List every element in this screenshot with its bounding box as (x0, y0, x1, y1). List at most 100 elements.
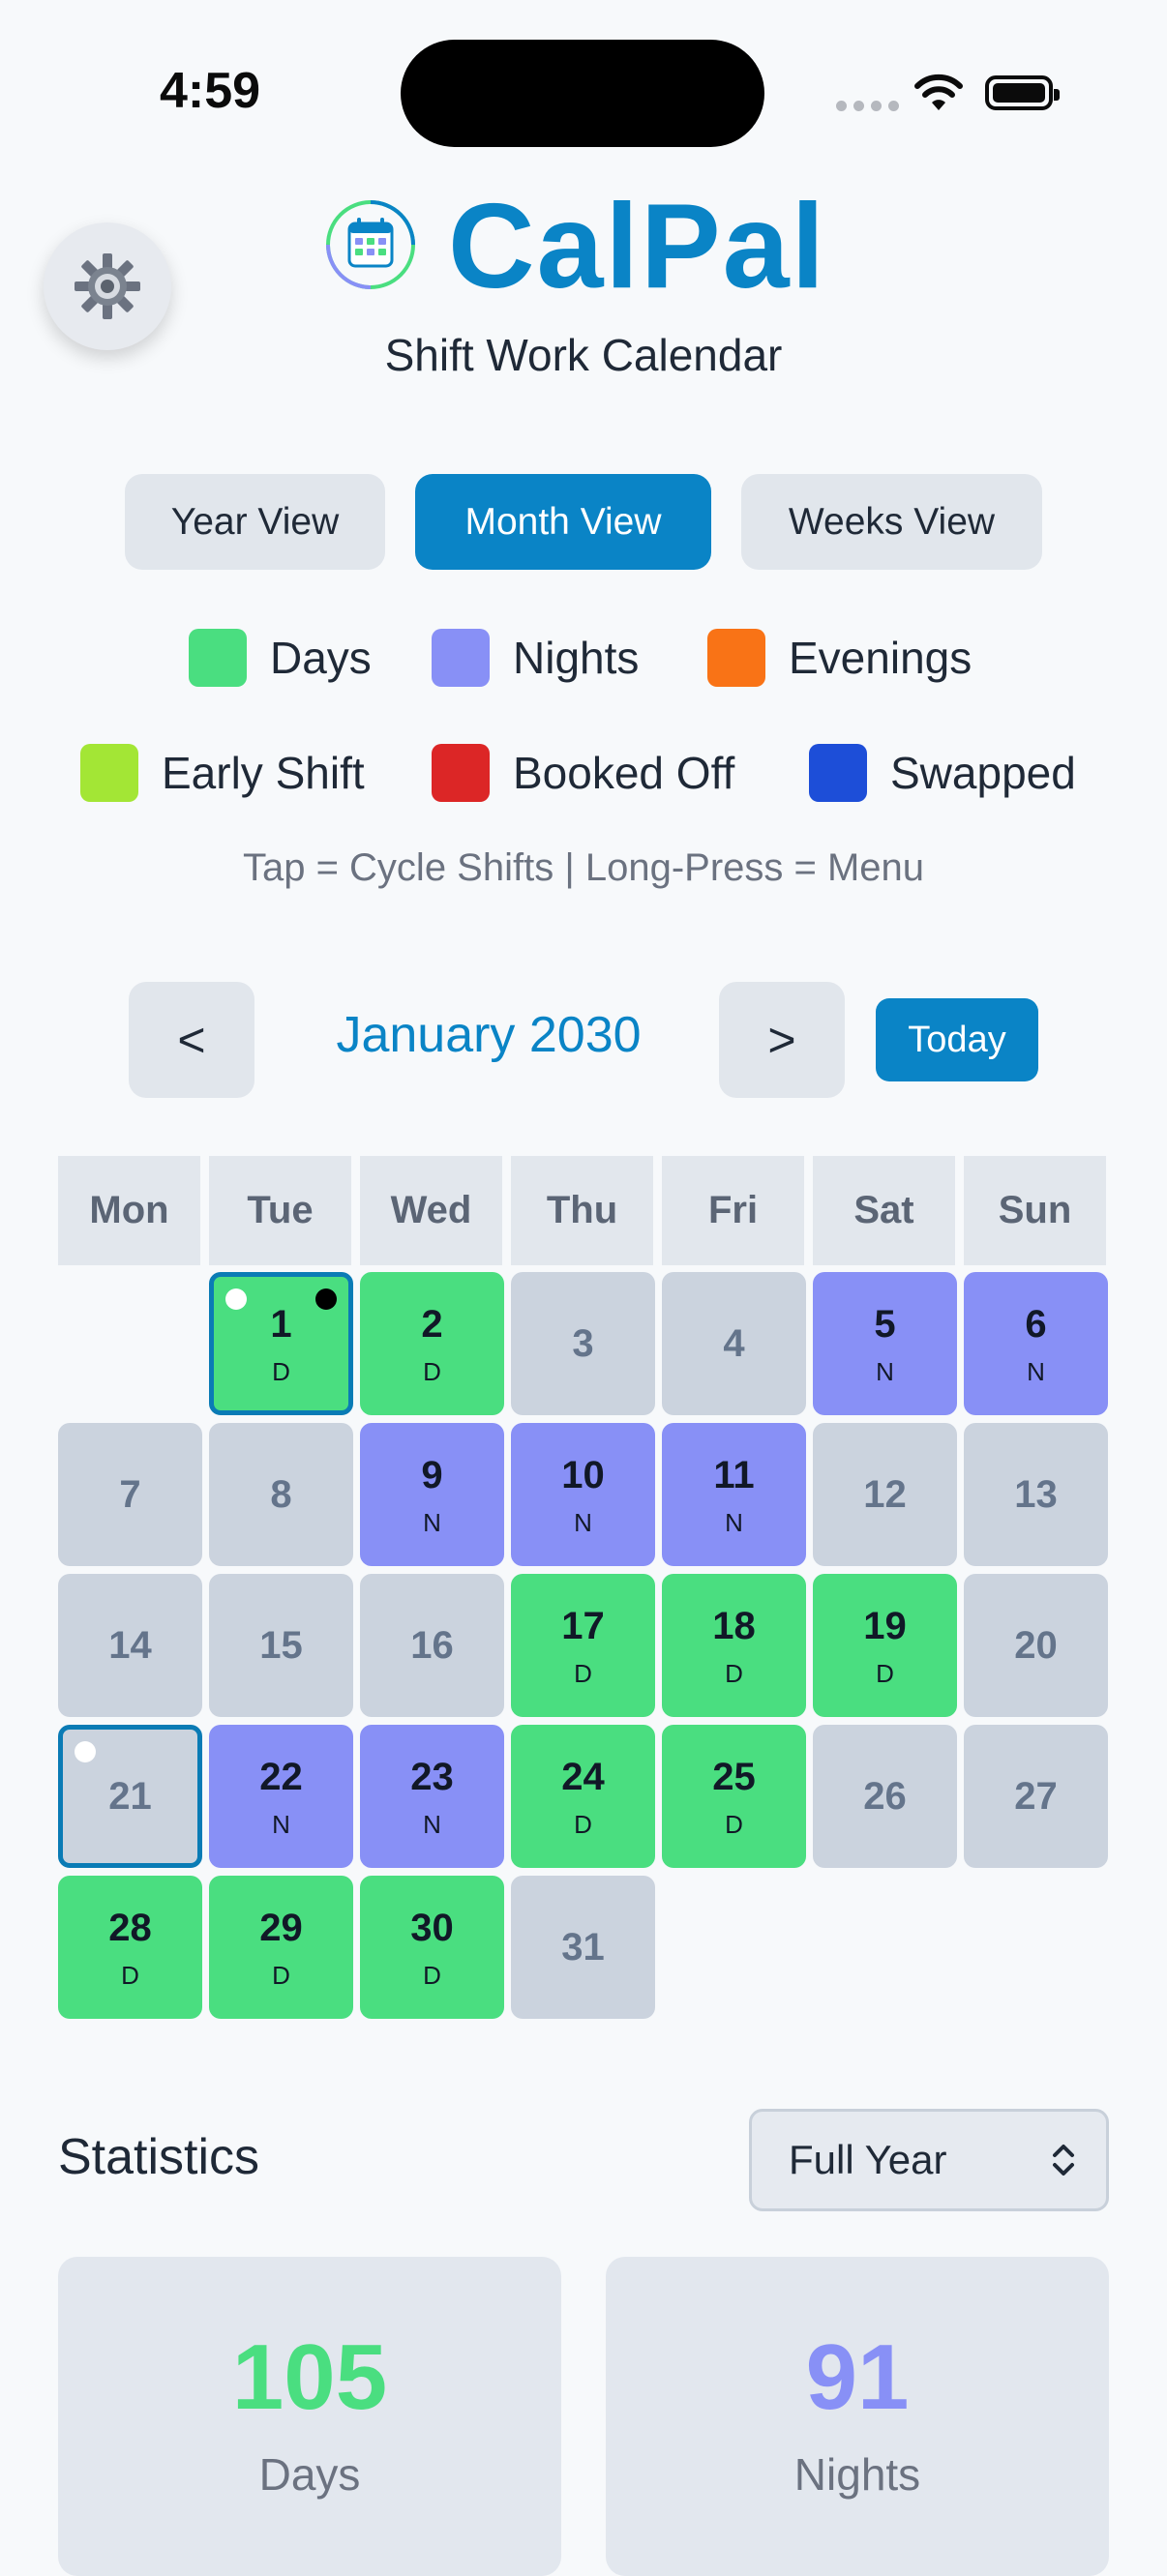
weekday-header: Thu (511, 1156, 653, 1265)
day-cell[interactable]: 3 (511, 1272, 655, 1415)
day-number: 20 (1014, 1624, 1058, 1667)
legend-item-nights: Nights (432, 629, 639, 687)
stat-label: Nights (793, 2449, 921, 2500)
prev-month-button[interactable]: < (129, 982, 254, 1098)
legend-label: Evenings (789, 633, 972, 683)
day-cell[interactable]: 12 (813, 1423, 957, 1566)
day-number: 5 (874, 1303, 896, 1346)
shift-code: D (423, 1357, 441, 1386)
day-number: 31 (561, 1926, 605, 1969)
day-cell[interactable]: 16 (360, 1574, 504, 1717)
day-cell[interactable]: 28 D (58, 1876, 202, 2019)
day-cell[interactable]: 5N (813, 1272, 957, 1415)
day-number: 3 (572, 1322, 594, 1365)
day-cell[interactable]: 20 (964, 1574, 1108, 1717)
legend-item-early-shift: Early Shift (80, 744, 365, 802)
gear-icon (75, 253, 140, 319)
day-cell[interactable]: 17 D (511, 1574, 655, 1717)
app-subtitle: Shift Work Calendar (384, 330, 783, 380)
shift-code: D (725, 1659, 743, 1688)
day-number: 2 (421, 1303, 443, 1346)
day-cell[interactable]: 9N (360, 1423, 504, 1566)
day-number: 21 (108, 1775, 152, 1818)
day-number: 15 (259, 1624, 303, 1667)
day-cell[interactable]: 4 (662, 1272, 806, 1415)
black-dot-marker (315, 1288, 337, 1310)
shift-code: N (1027, 1357, 1045, 1386)
shift-code: D (725, 1810, 743, 1839)
shift-code: D (574, 1810, 592, 1839)
nights-swatch (432, 629, 490, 687)
day-cell[interactable]: 7 (58, 1423, 202, 1566)
day-number: 18 (712, 1605, 756, 1647)
day-cell[interactable]: 2D (360, 1272, 504, 1415)
today-button[interactable]: Today (876, 998, 1038, 1081)
day-cell[interactable]: 23 N (360, 1725, 504, 1868)
day-cell[interactable]: 26 (813, 1725, 957, 1868)
statistics-title: Statistics (58, 2129, 260, 2185)
day-number: 22 (259, 1756, 303, 1798)
day-number: 16 (410, 1624, 454, 1667)
day-cell[interactable]: 1D (209, 1272, 353, 1415)
day-cell[interactable]: 6N (964, 1272, 1108, 1415)
wifi-icon (914, 74, 963, 110)
statistics-period-select[interactable]: Full Year (749, 2109, 1109, 2211)
day-number: 8 (270, 1473, 292, 1516)
day-number: 24 (561, 1756, 605, 1798)
legend-label: Nights (513, 633, 640, 683)
day-cell[interactable]: 11 N (662, 1423, 806, 1566)
stat-card-days: 105 Days (58, 2257, 561, 2576)
day-cell[interactable]: 18 D (662, 1574, 806, 1717)
stat-label: Days (258, 2449, 361, 2500)
weekday-header: Fri (662, 1156, 804, 1265)
white-dot-marker (225, 1288, 247, 1310)
weekday-header: Wed (360, 1156, 502, 1265)
stat-value: 105 (231, 2325, 388, 2429)
legend-item-booked-off: Booked Off (432, 744, 734, 802)
day-cell[interactable]: 27 (964, 1725, 1108, 1868)
next-month-button[interactable]: > (719, 982, 845, 1098)
day-cell[interactable]: 24 D (511, 1725, 655, 1868)
day-number: 25 (712, 1756, 756, 1798)
chevron-up-down-icon (1053, 2145, 1074, 2176)
day-cell[interactable]: 30 D (360, 1876, 504, 2019)
day-number: 14 (108, 1624, 152, 1667)
cellular-signal-icon (836, 101, 899, 111)
day-cell[interactable]: 31 (511, 1876, 655, 2019)
month-view-button[interactable]: Month View (415, 474, 711, 570)
day-cell[interactable]: 29 D (209, 1876, 353, 2019)
day-number: 7 (119, 1473, 141, 1516)
day-cell[interactable]: 25 D (662, 1725, 806, 1868)
shift-code: D (574, 1659, 592, 1688)
day-number: 29 (259, 1907, 303, 1949)
weekday-header: Mon (58, 1156, 200, 1265)
day-number: 12 (863, 1473, 907, 1516)
early-shift-swatch (80, 744, 138, 802)
day-cell[interactable]: 13 (964, 1423, 1108, 1566)
day-number: 19 (863, 1605, 907, 1647)
day-number: 1 (270, 1303, 292, 1346)
weeks-view-button[interactable]: Weeks View (741, 474, 1042, 570)
shift-code: N (876, 1357, 894, 1386)
swapped-swatch (809, 744, 867, 802)
day-number: 4 (723, 1322, 745, 1365)
usage-hint: Tap = Cycle Shifts | Long-Press = Menu (242, 846, 925, 889)
day-cell[interactable]: 8 (209, 1423, 353, 1566)
day-cell[interactable]: 22 N (209, 1725, 353, 1868)
days-swatch (189, 629, 247, 687)
day-number: 27 (1014, 1775, 1058, 1818)
calpal-logo-icon (326, 200, 415, 289)
day-cell[interactable]: 15 (209, 1574, 353, 1717)
stat-value: 91 (805, 2325, 910, 2429)
weekday-header: Sun (964, 1156, 1106, 1265)
day-number: 28 (108, 1907, 152, 1949)
day-cell[interactable]: 21 (58, 1725, 202, 1868)
app-title: CalPal (448, 180, 827, 313)
evenings-swatch (707, 629, 765, 687)
day-cell[interactable]: 19 D (813, 1574, 957, 1717)
day-cell[interactable]: 14 (58, 1574, 202, 1717)
stat-card-nights: 91 Nights (606, 2257, 1109, 2576)
day-cell[interactable]: 10 N (511, 1423, 655, 1566)
year-view-button[interactable]: Year View (125, 474, 385, 570)
legend-item-swapped: Swapped (809, 744, 1076, 802)
